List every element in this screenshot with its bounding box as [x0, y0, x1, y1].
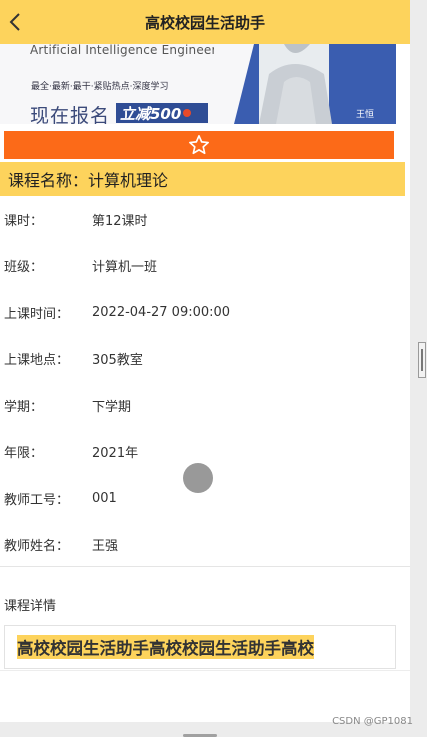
course-title: 课程名称：计算机理论: [0, 162, 405, 196]
info-label: 年限：: [4, 446, 44, 462]
info-row-location: 上课地点： 305教室: [0, 336, 410, 383]
badge-dot: [183, 109, 192, 117]
favorite-bar[interactable]: [4, 131, 394, 159]
info-label: 课时：: [4, 213, 44, 229]
info-value: 2022-04-27 09:00:00: [92, 304, 231, 320]
scrollbar-handle[interactable]: [418, 342, 426, 378]
section-divider: [0, 566, 410, 567]
info-row-teacher-name: 教师姓名： 王强: [0, 522, 410, 569]
touch-indicator: [183, 463, 213, 493]
teacher-photo: 王恒: [214, 44, 396, 124]
course-detail-text: 高校校园生活助手高校校园生活助手高校: [17, 635, 314, 659]
course-banner[interactable]: Artificial Intelligence Engineer 最全·最新·最…: [0, 44, 396, 124]
phone-screen: 高校校园生活助手 Artificial Intelligence Enginee…: [0, 0, 410, 722]
page-title: 高校校园生活助手: [144, 13, 265, 32]
info-label: 上课地点：: [4, 353, 70, 369]
watermark: CSDN @GP1081: [332, 716, 413, 727]
info-label: 教师工号：: [4, 492, 70, 508]
app-header: 高校校园生活助手: [0, 0, 410, 44]
info-label: 班级：: [4, 260, 44, 276]
banner-subtitle: Artificial Intelligence Engineer: [30, 44, 217, 57]
info-row-period: 课时： 第12课时: [0, 196, 410, 243]
info-value: 第12课时: [92, 213, 148, 229]
back-button[interactable]: [4, 9, 26, 35]
banner-cta: 现在报名: [30, 105, 111, 124]
info-label: 学期：: [4, 399, 44, 415]
info-value: 2021年: [92, 446, 139, 462]
chevron-left-icon: [9, 13, 20, 31]
info-label: 上课时间：: [4, 306, 70, 322]
info-row-semester: 学期： 下学期: [0, 382, 410, 429]
bottom-divider: [0, 670, 410, 671]
info-label: 教师姓名：: [4, 539, 70, 555]
course-detail-content[interactable]: 高校校园生活助手高校校园生活助手高校: [4, 625, 396, 669]
course-detail-label: 课程详情: [4, 599, 57, 614]
discount-text: 立减500: [120, 104, 182, 123]
info-row-class: 班级： 计算机一班: [0, 243, 410, 290]
star-icon[interactable]: [188, 134, 210, 156]
info-row-time: 上课时间： 2022-04-27 09:00:00: [0, 289, 410, 336]
info-value: 001: [92, 490, 117, 506]
banner-tags: 最全·最新·最干·紧贴热点·深度学习: [31, 82, 169, 92]
info-value: 下学期: [92, 399, 132, 415]
discount-badge: 立减500: [116, 103, 208, 123]
teacher-name: 王恒: [355, 110, 374, 120]
info-value: 王强: [92, 539, 119, 555]
info-value: 计算机一班: [92, 260, 158, 276]
course-info-list: 课时： 第12课时 班级： 计算机一班 上课时间： 2022-04-27 09:…: [0, 196, 410, 568]
info-value: 305教室: [92, 353, 143, 369]
